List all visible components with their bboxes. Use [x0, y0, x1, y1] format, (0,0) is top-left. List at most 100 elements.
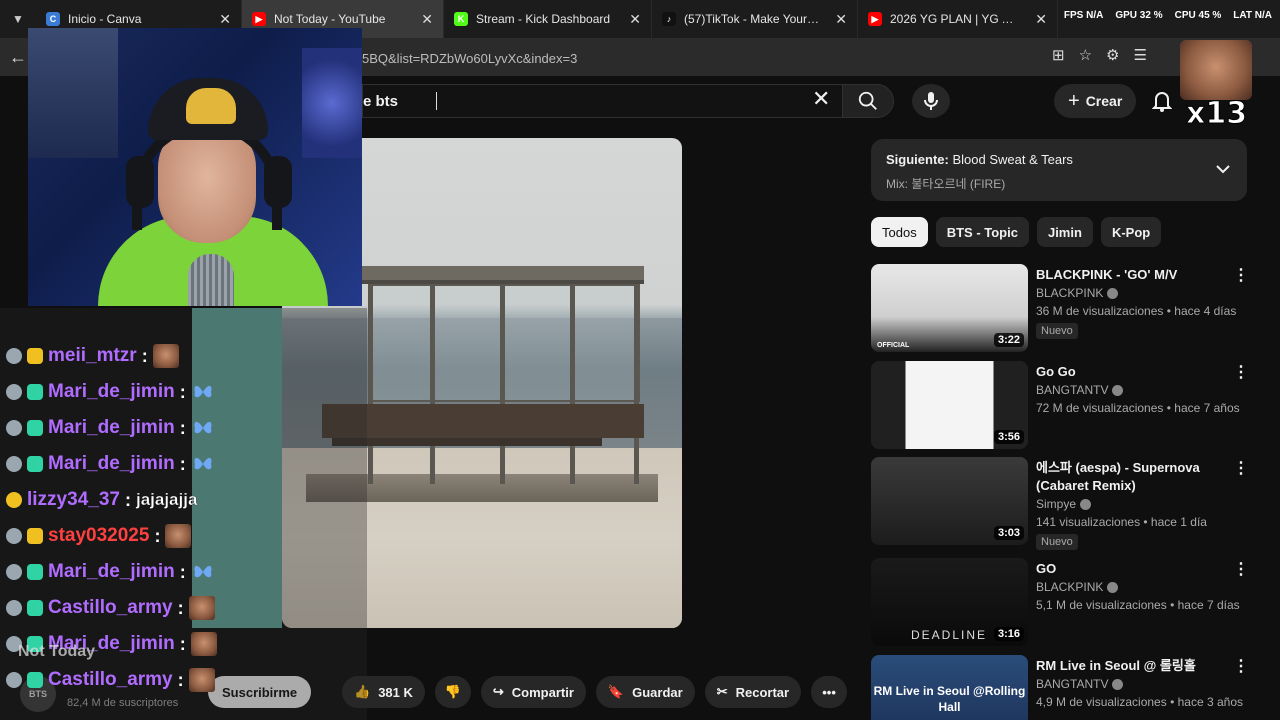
search-input[interactable]: e bts — [362, 84, 842, 118]
recommended-video[interactable]: 3:56 Go Go BANGTANTV 72 M de visualizacione… — [871, 361, 1261, 451]
up-next-panel[interactable]: Siguiente: Blood Sweat & Tears Mix: 불타오르… — [871, 139, 1247, 201]
clear-search-icon[interactable]: ✕ — [812, 88, 830, 110]
tab-favicon-icon: ▶ — [252, 12, 266, 26]
chat-message: Mari_de_jimin: — [6, 413, 215, 443]
recommended-video[interactable]: RM Live in Seoul @Rolling Hall RM Live in… — [871, 655, 1261, 720]
verified-check-icon — [1112, 678, 1124, 690]
url-field[interactable]: 5BQ&list=RDZbWo60LyvXc&index=3 — [362, 46, 1162, 70]
webcam-background-shelf — [28, 28, 118, 158]
browser-tab[interactable]: ♪ (57)TikTok - Make Your Day ✕ — [652, 0, 858, 38]
more-vertical-icon[interactable]: ⋮ — [1233, 562, 1249, 578]
video-title[interactable]: GO — [1036, 560, 1216, 578]
video-thumbnail[interactable]: 3:03 — [871, 457, 1028, 545]
chat-separator: : — [179, 453, 186, 474]
filter-chips: Todos BTS - Topic Jimin K-Pop — [871, 217, 1162, 247]
filter-chip[interactable]: BTS - Topic — [935, 217, 1029, 247]
tab-favicon-icon: K — [454, 12, 468, 26]
video-frame-post — [500, 284, 505, 484]
video-title[interactable]: 에스파 (aespa) - Supernova (Cabaret Remix) — [1036, 459, 1216, 495]
video-frame-post — [570, 284, 575, 484]
chat-username: Mari_de_jimin — [48, 561, 175, 582]
tab-close-icon[interactable]: ✕ — [219, 11, 231, 28]
browser-tab[interactable]: ▶ 2026 YG PLAN | YG ANNOUNC ✕ — [858, 0, 1058, 38]
notifications-bell-icon[interactable] — [1151, 90, 1173, 117]
video-thumbnail[interactable]: OFFICIAL 3:22 — [871, 264, 1028, 352]
perf-cpu: CPU 45 % — [1174, 10, 1222, 21]
video-title[interactable]: RM Live in Seoul @ 롤링홀 — [1036, 657, 1216, 675]
search-query[interactable]: e bts — [363, 93, 398, 110]
favorites-icon[interactable]: ☰ — [1133, 46, 1146, 64]
save-button[interactable]: 🔖 Guardar — [595, 676, 695, 708]
more-vertical-icon[interactable]: ⋮ — [1233, 461, 1249, 477]
thumbs-down-icon: 👎 — [444, 684, 461, 699]
video-title[interactable]: Go Go — [1036, 363, 1216, 381]
chat-badge-mod-icon — [6, 348, 22, 364]
voice-search-button[interactable] — [912, 84, 950, 118]
more-actions-button[interactable]: ••• — [811, 676, 848, 708]
channel-name-text: BLACKPINK — [1036, 286, 1104, 300]
tab-close-icon[interactable]: ✕ — [629, 11, 641, 28]
recommended-video[interactable]: 3:03 에스파 (aespa) - Supernova (Cabaret Rem… — [871, 457, 1261, 550]
video-thumbnail[interactable]: RM Live in Seoul @Rolling Hall — [871, 655, 1028, 720]
share-arrow-icon: ↪ — [492, 684, 504, 699]
extensions-icon[interactable]: ⚙ — [1106, 46, 1119, 64]
chat-separator: : — [154, 525, 161, 546]
search-button[interactable] — [842, 84, 894, 118]
filter-chip[interactable]: Todos — [871, 217, 928, 247]
emote-face-icon — [188, 668, 215, 692]
share-button[interactable]: ↪ Compartir — [480, 676, 586, 708]
dislike-button[interactable]: 👎 — [434, 676, 471, 708]
cap-logo — [186, 88, 236, 124]
channel-name[interactable]: Simpye — [1036, 497, 1092, 511]
chat-badge-sub-icon — [27, 420, 43, 436]
chat-badge-sub-icon — [27, 384, 43, 400]
emote-combo-count: x13 — [1185, 96, 1248, 132]
chat-separator: : — [177, 669, 184, 690]
filter-chip[interactable]: K-Pop — [1100, 217, 1162, 247]
create-button[interactable]: + Crear — [1054, 84, 1137, 118]
browser-tab[interactable]: K Stream - Kick Dashboard ✕ — [444, 0, 652, 38]
video-frame-post — [430, 284, 435, 484]
chat-badge-sub-icon — [27, 672, 43, 688]
save-label: Guardar — [632, 684, 683, 700]
chat-badge-crown-icon — [27, 528, 43, 544]
tab-favicon-icon: ▶ — [868, 12, 882, 26]
tab-close-icon[interactable]: ✕ — [835, 11, 847, 28]
verified-check-icon — [1080, 498, 1092, 510]
video-duration: 3:22 — [993, 333, 1024, 347]
channel-name[interactable]: BANGTANTV — [1036, 383, 1124, 397]
channel-name[interactable]: BANGTANTV — [1036, 677, 1124, 691]
chat-badge-mod-icon — [6, 420, 22, 436]
more-vertical-icon[interactable]: ⋮ — [1233, 659, 1249, 675]
chat-badge-sub-icon — [27, 456, 43, 472]
channel-name[interactable]: BLACKPINK — [1036, 580, 1119, 594]
tab-close-icon[interactable]: ✕ — [1035, 11, 1047, 28]
chat-username: Castillo_army — [48, 669, 173, 690]
clip-button[interactable]: ✂ Recortar — [704, 676, 802, 708]
filter-chip[interactable]: Jimin — [1036, 217, 1093, 247]
butterfly-emote-icon — [194, 421, 212, 434]
more-vertical-icon[interactable]: ⋮ — [1233, 365, 1249, 381]
video-thumbnail[interactable]: DEADLINE 3:16 — [871, 558, 1028, 646]
video-thumbnail[interactable]: 3:56 — [871, 361, 1028, 449]
channel-name[interactable]: BLACKPINK — [1036, 286, 1119, 300]
recommended-video[interactable]: OFFICIAL 3:22 BLACKPINK - 'GO' M/V BLACKPIN… — [871, 264, 1261, 354]
performance-overlay: FPS N/A GPU 32 % CPU 45 % LAT N/A — [1064, 10, 1272, 21]
video-title[interactable]: BLACKPINK - 'GO' M/V — [1036, 266, 1216, 284]
chat-separator: : — [179, 633, 186, 654]
recommended-video[interactable]: DEADLINE 3:16 GO BLACKPINK 5,1 M de visualiz… — [871, 558, 1261, 648]
chevron-down-icon[interactable] — [1215, 161, 1231, 179]
chat-message: lizzy34_37: jajajajja — [6, 485, 198, 515]
chat-separator: : — [179, 417, 186, 438]
tab-close-icon[interactable]: ✕ — [421, 11, 433, 28]
chat-message: Mari_de_jimin: — [6, 557, 215, 587]
more-horizontal-icon: ••• — [822, 684, 836, 700]
emote-face-icon — [165, 524, 192, 548]
more-vertical-icon[interactable]: ⋮ — [1233, 268, 1249, 284]
favorite-star-icon[interactable]: ☆ — [1079, 46, 1092, 64]
tab-title: Inicio - Canva — [68, 12, 142, 26]
video-meta: 5,1 M de visualizaciones • hace 7 días — [1036, 598, 1240, 612]
perf-lat: LAT N/A — [1233, 10, 1272, 21]
app-install-icon[interactable]: ⊞ — [1052, 46, 1065, 64]
now-playing-label: Not Today — [18, 643, 96, 660]
